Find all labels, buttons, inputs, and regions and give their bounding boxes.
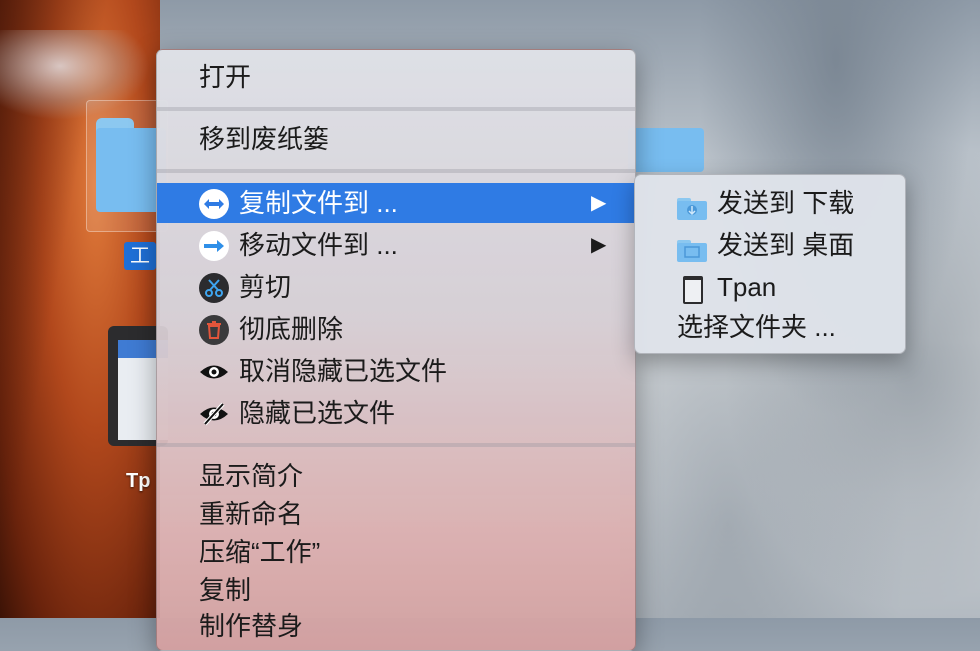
menu-item-rename[interactable]: 重新命名 [157, 494, 635, 534]
menu-item-label: 压缩“工作” [199, 537, 321, 567]
menu-item-label: 隐藏已选文件 [239, 398, 396, 428]
menu-item-get-info[interactable]: 显示简介 [157, 456, 635, 496]
context-menu: 打开 移到废纸篓 复制文件到 ... ▶ 移动文件到 ... ▶ 剪切 彻底删除 [156, 49, 636, 651]
eye-slash-icon [199, 399, 229, 429]
menu-item-label: 重新命名 [199, 499, 304, 529]
submenu-item-label: 发送到 下载 [717, 188, 855, 218]
copy-to-submenu: 发送到 下载 发送到 桌面 Tpan 选择文件夹 ... [634, 174, 906, 354]
menu-separator [157, 443, 635, 447]
trash-icon [199, 315, 229, 345]
submenu-item-choose-folder[interactable]: 选择文件夹 ... [635, 307, 905, 347]
menu-item-hide[interactable]: 隐藏已选文件 [157, 393, 635, 433]
downloads-folder-icon [677, 191, 707, 220]
menu-separator [157, 107, 635, 111]
copy-arrow-icon [199, 189, 229, 219]
menu-item-move-to-trash[interactable]: 移到废纸篓 [157, 119, 635, 159]
menu-item-duplicate[interactable]: 复制 [157, 570, 635, 610]
move-arrow-icon [199, 231, 229, 261]
menu-item-label: 制作替身 [199, 611, 304, 641]
menu-item-label: 移动文件到 ... [239, 230, 398, 260]
submenu-item-label: 发送到 桌面 [717, 230, 855, 260]
menu-item-label: 复制文件到 ... [239, 188, 398, 218]
menu-item-unhide[interactable]: 取消隐藏已选文件 [157, 351, 635, 391]
submenu-item-label: Tpan [717, 272, 777, 302]
menu-item-delete[interactable]: 彻底删除 [157, 309, 635, 349]
menu-item-label: 显示简介 [199, 461, 304, 491]
menu-item-label: 移到废纸篓 [199, 124, 330, 154]
menu-item-compress[interactable]: 压缩“工作” [157, 532, 635, 572]
menu-item-cut[interactable]: 剪切 [157, 267, 635, 307]
menu-item-copy-to[interactable]: 复制文件到 ... ▶ [157, 183, 635, 223]
menu-item-move-to[interactable]: 移动文件到 ... ▶ [157, 225, 635, 265]
desktop-folder-icon [677, 233, 707, 262]
scissors-icon [199, 273, 229, 303]
sd-card-icon [677, 275, 707, 304]
submenu-arrow-icon: ▶ [591, 192, 607, 214]
menu-item-label: 剪切 [239, 272, 292, 302]
menu-separator [157, 169, 635, 173]
menu-item-label: 取消隐藏已选文件 [239, 356, 448, 386]
menu-item-label: 彻底删除 [239, 314, 344, 344]
menu-item-label: 打开 [199, 62, 252, 92]
submenu-item-downloads[interactable]: 发送到 下载 [635, 183, 905, 223]
menu-item-label: 复制 [199, 575, 252, 605]
eye-icon [199, 357, 229, 387]
menu-item-make-alias[interactable]: 制作替身 [157, 606, 635, 646]
submenu-item-tpan[interactable]: Tpan [635, 267, 905, 307]
folder-icon[interactable] [628, 128, 704, 172]
submenu-arrow-icon: ▶ [591, 234, 607, 256]
submenu-item-desktop[interactable]: 发送到 桌面 [635, 225, 905, 265]
menu-item-open[interactable]: 打开 [157, 57, 635, 97]
desktop-icon-label[interactable]: 工 [124, 242, 156, 270]
submenu-item-label: 选择文件夹 ... [677, 312, 836, 342]
drive-icon-label[interactable]: Tp [126, 470, 150, 493]
